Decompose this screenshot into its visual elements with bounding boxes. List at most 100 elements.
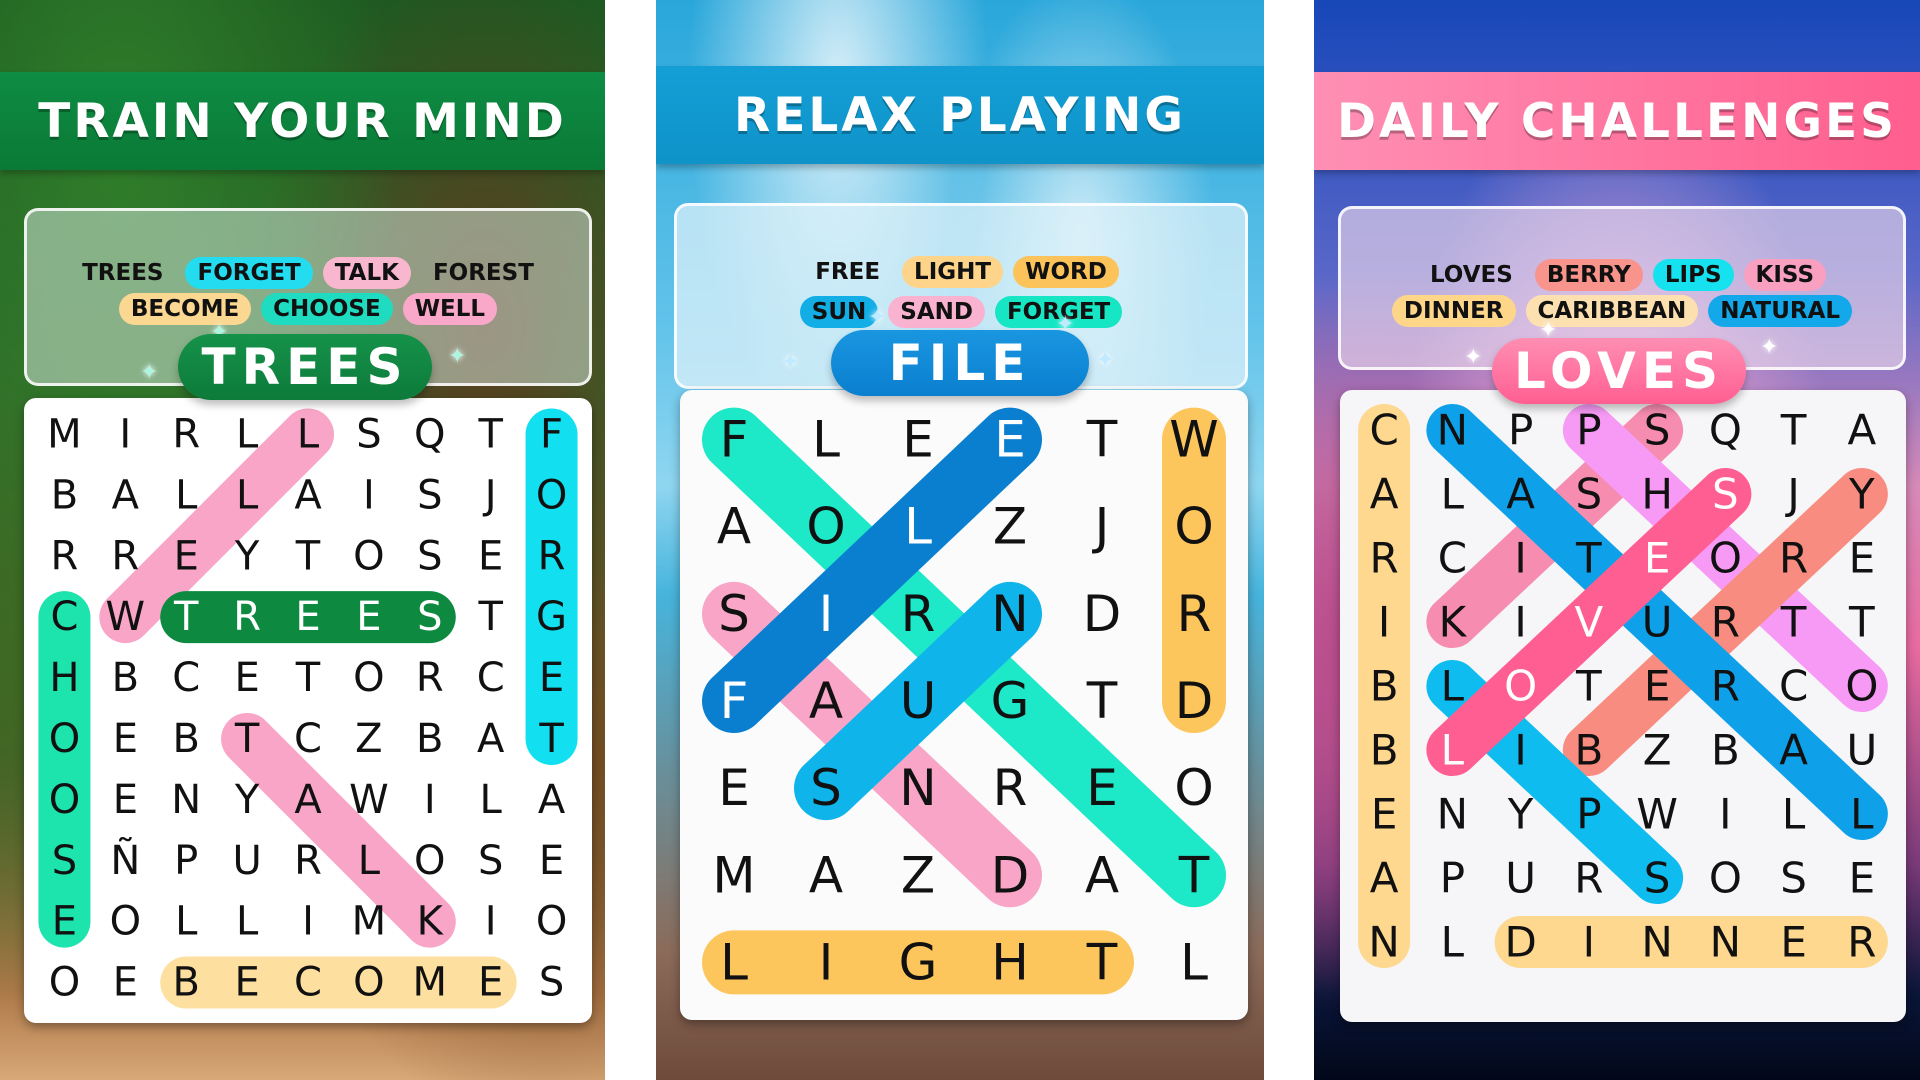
- grid-letter[interactable]: T: [477, 411, 503, 457]
- grid-letter[interactable]: O: [353, 655, 384, 701]
- grid-letter[interactable]: M: [712, 846, 755, 904]
- grid-letter[interactable]: R: [51, 533, 79, 579]
- grid-letter[interactable]: Z: [901, 846, 935, 904]
- grid-letter[interactable]: D: [1504, 918, 1536, 967]
- grid-letter[interactable]: R: [1711, 598, 1740, 647]
- grid-letter[interactable]: E: [113, 960, 138, 1006]
- grid-letter[interactable]: B: [1574, 726, 1603, 775]
- grid-letter[interactable]: M: [413, 960, 448, 1006]
- letter-grid-canvas[interactable]: F L E E T WA O L Z J OS I R N D RF A U G T DE S N R E OM A Z D A TL I G H…: [680, 390, 1248, 1020]
- grid-letter[interactable]: C: [172, 655, 200, 701]
- letter-grid-canvas[interactable]: M I R L L S Q T FB A L L A I S J OR R E Y T O S E RC W T R E E S T GH B C E…: [24, 398, 592, 1023]
- grid-letter[interactable]: V: [1575, 598, 1604, 647]
- grid-letter[interactable]: L: [297, 411, 320, 457]
- grid-letter[interactable]: Q: [414, 411, 445, 457]
- grid-letter[interactable]: P: [1576, 790, 1601, 839]
- grid-letter[interactable]: E: [994, 411, 1026, 469]
- grid-letter[interactable]: O: [1709, 534, 1742, 583]
- letter-grid[interactable]: MIRLLSQTFBALLAISJORREYTOSERCWTREESTGHBCE…: [24, 398, 592, 1023]
- grid-letter[interactable]: B: [172, 960, 199, 1006]
- grid-letter[interactable]: C: [1438, 534, 1467, 583]
- grid-letter[interactable]: L: [812, 411, 840, 469]
- grid-letter[interactable]: L: [358, 838, 381, 884]
- grid-letter[interactable]: B: [51, 472, 78, 518]
- grid-letter[interactable]: C: [294, 716, 322, 762]
- grid-letter[interactable]: E: [539, 655, 564, 701]
- grid-letter[interactable]: O: [1174, 498, 1213, 556]
- grid-letter[interactable]: G: [899, 933, 938, 991]
- grid-letter[interactable]: O: [1174, 759, 1213, 817]
- grid-letter[interactable]: Z: [1643, 726, 1672, 775]
- grid-letter[interactable]: S: [1576, 470, 1603, 519]
- grid-letter[interactable]: R: [1370, 534, 1399, 583]
- grid-letter[interactable]: Q: [1709, 406, 1742, 455]
- grid-letter[interactable]: I: [424, 777, 436, 823]
- grid-letter[interactable]: L: [175, 472, 198, 518]
- grid-letter[interactable]: O: [49, 716, 80, 762]
- grid-letter[interactable]: R: [1711, 662, 1740, 711]
- grid-letter[interactable]: A: [1506, 470, 1535, 519]
- grid-letter[interactable]: I: [1719, 790, 1731, 839]
- grid-letter[interactable]: C: [50, 594, 78, 640]
- grid-letter[interactable]: W: [1636, 790, 1678, 839]
- grid-letter[interactable]: O: [536, 472, 567, 518]
- grid-letter[interactable]: Y: [234, 533, 260, 579]
- grid-letter[interactable]: W: [1169, 411, 1218, 469]
- letter-grid-canvas[interactable]: C N P P S Q T AA L A S H S J YR C I T E O R EI K I V U R T TB L O T E R C O…: [1340, 390, 1906, 1022]
- grid-letter[interactable]: U: [900, 672, 937, 730]
- grid-letter[interactable]: Ñ: [110, 836, 140, 884]
- grid-letter[interactable]: L: [1180, 933, 1208, 991]
- grid-letter[interactable]: E: [52, 899, 77, 945]
- grid-letter[interactable]: B: [1370, 662, 1399, 711]
- grid-letter[interactable]: F: [720, 672, 749, 730]
- grid-letter[interactable]: I: [485, 899, 497, 945]
- grid-letter[interactable]: R: [993, 759, 1028, 817]
- grid-letter[interactable]: E: [234, 655, 259, 701]
- grid-letter[interactable]: T: [295, 533, 321, 579]
- grid-letter[interactable]: L: [1441, 726, 1465, 775]
- grid-letter[interactable]: N: [171, 777, 201, 823]
- grid-letter[interactable]: O: [806, 498, 845, 556]
- grid-letter[interactable]: S: [810, 759, 842, 817]
- grid-letter[interactable]: U: [1505, 854, 1536, 903]
- grid-letter[interactable]: E: [478, 960, 503, 1006]
- grid-letter[interactable]: E: [902, 411, 934, 469]
- grid-letter[interactable]: E: [113, 716, 138, 762]
- grid-letter[interactable]: T: [1178, 846, 1210, 904]
- grid-letter[interactable]: E: [234, 960, 259, 1006]
- grid-letter[interactable]: A: [112, 472, 140, 518]
- grid-letter[interactable]: E: [1644, 534, 1671, 583]
- grid-letter[interactable]: C: [1779, 662, 1808, 711]
- grid-letter[interactable]: N: [899, 759, 936, 817]
- grid-letter[interactable]: L: [1782, 790, 1806, 839]
- grid-letter[interactable]: Y: [1848, 470, 1875, 519]
- grid-letter[interactable]: J: [1092, 498, 1110, 556]
- grid-letter[interactable]: L: [720, 933, 748, 991]
- grid-letter[interactable]: B: [172, 716, 199, 762]
- grid-letter[interactable]: T: [1575, 534, 1602, 583]
- grid-letter[interactable]: E: [1849, 854, 1876, 903]
- grid-letter[interactable]: R: [416, 655, 444, 701]
- grid-letter[interactable]: O: [353, 533, 384, 579]
- grid-letter[interactable]: I: [1514, 726, 1526, 775]
- grid-letter[interactable]: A: [1779, 726, 1808, 775]
- grid-letter[interactable]: E: [1371, 790, 1398, 839]
- letter-grid[interactable]: FLEETWAOLZJOSIRNDRFAUGTDESNREOMAZDATLIGH…: [680, 390, 1248, 1020]
- grid-letter[interactable]: B: [112, 655, 139, 701]
- grid-letter[interactable]: I: [1378, 598, 1390, 647]
- grid-letter[interactable]: A: [538, 777, 566, 823]
- grid-letter[interactable]: P: [1576, 406, 1601, 455]
- grid-letter[interactable]: R: [233, 594, 261, 640]
- grid-letter[interactable]: L: [480, 777, 503, 823]
- grid-letter[interactable]: L: [236, 899, 259, 945]
- grid-letter[interactable]: L: [175, 899, 198, 945]
- grid-letter[interactable]: W: [349, 777, 389, 823]
- grid-letter[interactable]: R: [294, 838, 322, 884]
- grid-letter[interactable]: F: [720, 411, 749, 469]
- grid-letter[interactable]: T: [1575, 662, 1602, 711]
- grid-letter[interactable]: A: [1370, 470, 1399, 519]
- grid-letter[interactable]: O: [110, 899, 141, 945]
- grid-letter[interactable]: Y: [1507, 790, 1534, 839]
- grid-letter[interactable]: E: [356, 594, 381, 640]
- grid-letter[interactable]: N: [991, 585, 1028, 643]
